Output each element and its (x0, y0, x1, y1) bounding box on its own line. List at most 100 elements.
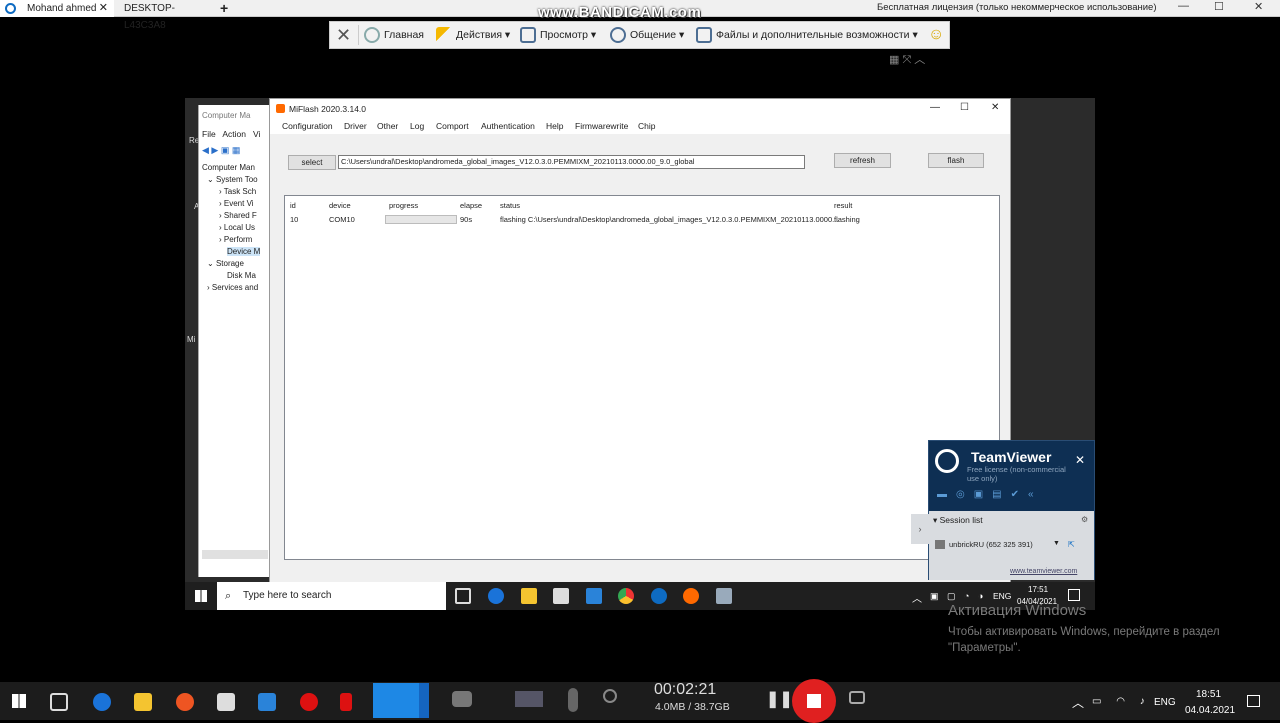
menu-configuration[interactable]: Configuration (282, 121, 333, 131)
view-menu[interactable]: Просмотр ▾ (520, 22, 596, 48)
horizontal-scrollbar[interactable] (202, 550, 268, 559)
task-view-icon[interactable] (50, 693, 68, 711)
session-list-title[interactable]: ▾ Session list (933, 515, 983, 526)
menu-other[interactable]: Other (377, 121, 398, 131)
tree-item[interactable]: Computer Man (202, 163, 255, 172)
cm-toolbar[interactable]: ◀ ▶ ▣ ▦ (202, 145, 240, 156)
tray-chevron-icon[interactable]: ︿ (1072, 694, 1084, 711)
teamviewer-icon[interactable] (651, 588, 667, 604)
panel-expand-handle[interactable]: › (911, 514, 929, 544)
windows-start-icon[interactable] (195, 590, 207, 602)
edge-icon[interactable] (93, 693, 111, 711)
menu-comport[interactable]: Comport (436, 121, 469, 131)
toolbar-collapse-controls[interactable]: ▦ ⤧ ︿ (889, 51, 925, 67)
language-indicator[interactable]: ENG (1154, 697, 1176, 708)
minimize-button[interactable]: — (1178, 0, 1189, 12)
hdmi-icon[interactable] (515, 691, 543, 707)
menu-log[interactable]: Log (410, 121, 424, 131)
menu-chip[interactable]: Chip (638, 121, 655, 131)
files-menu[interactable]: Файлы и дополнительные возможности ▾ (696, 22, 918, 48)
maximize-button[interactable]: ☐ (960, 102, 969, 113)
webcam-icon[interactable] (603, 689, 617, 703)
tree-item-selected[interactable]: Device M (227, 247, 261, 256)
column-header-result[interactable]: result (834, 201, 852, 210)
firmware-path-input[interactable]: C:\Users\undral\Desktop\andromeda_global… (338, 155, 805, 169)
pause-icon[interactable]: ❚❚ (766, 689, 793, 709)
mail-icon[interactable] (258, 693, 276, 711)
device-manager-icon[interactable] (716, 588, 732, 604)
tree-item[interactable]: › Task Sch (219, 187, 256, 196)
toolbar-close-button[interactable]: ✕ (336, 22, 351, 48)
actions-menu[interactable]: Действия ▾ (436, 22, 510, 48)
tray-chevron-icon[interactable]: ︿ (912, 590, 922, 605)
chevron-down-icon[interactable]: ▼ (1053, 540, 1060, 547)
game-mode-icon[interactable] (452, 691, 472, 707)
emoji-icon[interactable]: ☺ (928, 22, 944, 48)
windows-start-icon[interactable] (12, 694, 26, 708)
column-header-progress[interactable]: progress (389, 201, 418, 210)
minimize-button[interactable]: — (930, 102, 940, 113)
tree-item[interactable]: ⌄ Storage (207, 259, 244, 268)
yandex-icon[interactable] (340, 693, 352, 711)
tray-icons[interactable]: ▭ ◠ ♪ (1092, 696, 1151, 707)
mi-logo-icon[interactable] (683, 588, 699, 604)
menu-authentication[interactable]: Authentication (481, 121, 535, 131)
notification-icon[interactable] (1247, 695, 1260, 707)
teamviewer-link[interactable]: www.teamviewer.com (1010, 568, 1077, 575)
microphone-icon[interactable] (568, 688, 578, 712)
close-button[interactable]: ✕ (991, 102, 999, 113)
menu-help[interactable]: Help (546, 121, 563, 131)
close-icon[interactable]: ✕ (1075, 453, 1085, 467)
menu-firmwarewrite[interactable]: Firmwarewrite (575, 121, 628, 131)
select-button[interactable]: select (288, 155, 336, 170)
session-entry[interactable]: unbrickRU (652 325 391) (949, 540, 1033, 549)
edge-icon[interactable] (488, 588, 504, 604)
close-icon[interactable]: ✕ (99, 0, 108, 17)
yandex-browser-icon[interactable] (176, 693, 194, 711)
chrome-icon[interactable] (618, 588, 634, 604)
menu-action[interactable]: Action (222, 129, 246, 139)
search-input[interactable]: ⌕ Type here to search (217, 582, 446, 610)
tree-item[interactable]: Disk Ma (227, 271, 256, 280)
opera-icon[interactable] (300, 693, 318, 711)
column-header-device[interactable]: device (329, 201, 351, 210)
teamviewer-logo-icon (935, 449, 959, 473)
flash-button[interactable]: flash (928, 153, 984, 168)
column-header-status[interactable]: status (500, 201, 520, 210)
store-icon[interactable] (217, 693, 235, 711)
language-indicator[interactable]: ENG (993, 591, 1011, 601)
stop-record-button[interactable] (792, 679, 836, 723)
mail-icon[interactable] (586, 588, 602, 604)
tree-item[interactable]: › Event Vi (219, 199, 254, 208)
refresh-button[interactable]: refresh (834, 153, 891, 168)
menu-driver[interactable]: Driver (344, 121, 367, 131)
menu-view[interactable]: Vi (253, 129, 260, 139)
tab-mohand-ahmed[interactable]: Mohand ahmed ✕ (0, 0, 114, 17)
home-menu[interactable]: Главная (364, 22, 424, 48)
column-header-id[interactable]: id (290, 201, 296, 210)
tray-icons[interactable]: ▣ ▢ ◔ ◑ (930, 591, 986, 602)
camera-icon[interactable] (849, 691, 865, 704)
store-icon[interactable] (553, 588, 569, 604)
new-tab-button[interactable]: + (220, 0, 228, 17)
file-explorer-icon[interactable] (521, 588, 537, 604)
screen-mode-icon[interactable] (373, 683, 419, 718)
tree-item[interactable]: › Local Us (219, 223, 255, 232)
connect-icon[interactable]: ⇱ (1068, 540, 1075, 549)
tree-item[interactable]: › Shared F (219, 211, 257, 220)
column-header-elapse[interactable]: elapse (460, 201, 482, 210)
maximize-button[interactable]: ☐ (1214, 0, 1224, 13)
tree-item[interactable]: › Perform (219, 235, 252, 244)
gear-icon[interactable]: ⚙ (1081, 515, 1088, 524)
task-view-icon[interactable] (455, 588, 471, 604)
communicate-menu[interactable]: Общение ▾ (610, 22, 684, 48)
tree-item[interactable]: › Services and (207, 283, 258, 292)
tab-desktop[interactable]: DESKTOP-L43C3A8 (114, 0, 214, 31)
close-button[interactable]: ✕ (1254, 0, 1263, 13)
mode-dropdown[interactable] (419, 683, 429, 718)
panel-toolbar[interactable]: ▬◎▣▤✔« (937, 489, 1043, 500)
tree-item[interactable]: ⌄ System Too (207, 175, 258, 184)
file-explorer-icon[interactable] (134, 693, 152, 711)
notification-icon[interactable] (1068, 589, 1080, 601)
menu-file[interactable]: File (202, 129, 216, 139)
